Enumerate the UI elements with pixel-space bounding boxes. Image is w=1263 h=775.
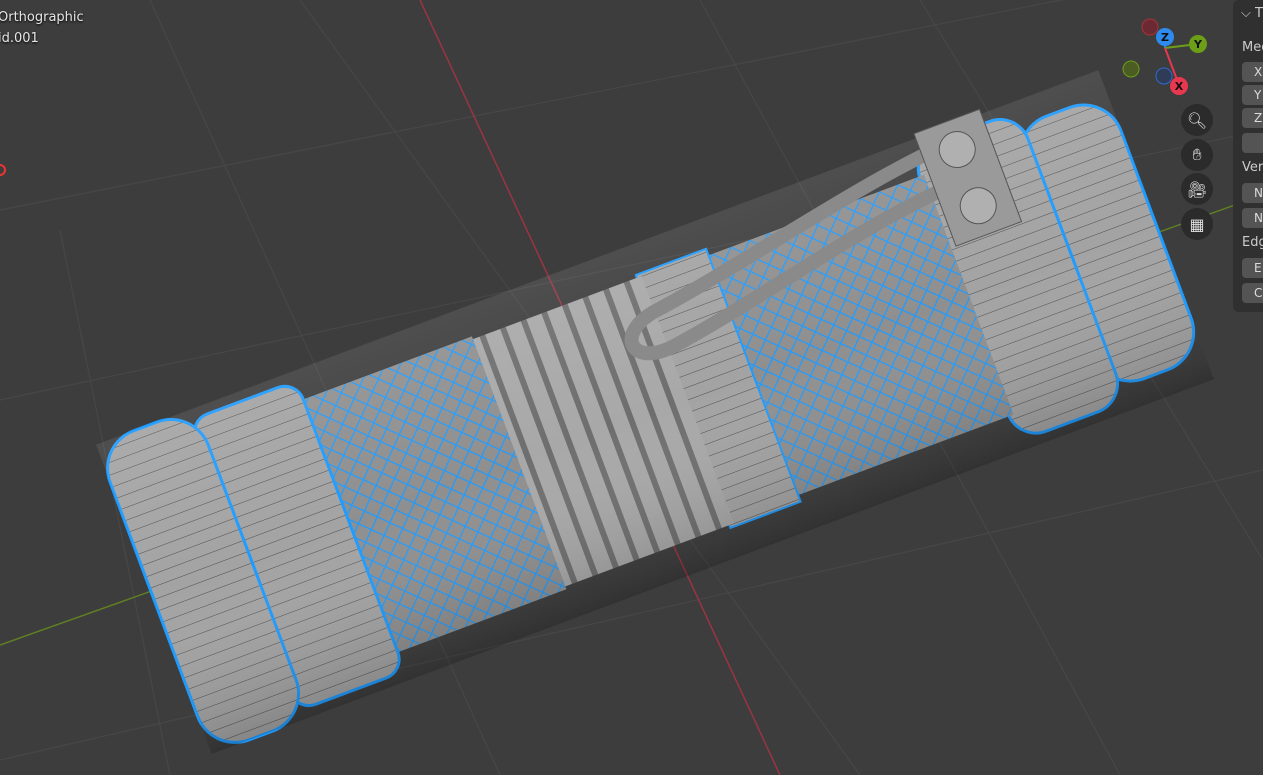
global-local-toggle[interactable] (1242, 133, 1263, 153)
sidebar-n-panel: ⌵ T Med X Y Z Ver N N Edg E C (1233, 0, 1263, 312)
vertex-field-2[interactable]: N (1242, 208, 1263, 228)
median-x-field[interactable]: X (1242, 62, 1263, 82)
gizmo-neg-y[interactable] (1122, 60, 1140, 78)
gizmo-neg-z[interactable] (1155, 67, 1173, 85)
panel-title: T (1255, 6, 1263, 21)
gizmo-y-label: Y (1193, 38, 1203, 51)
gizmo-z-label: Z (1161, 31, 1169, 44)
transform-panel-header[interactable]: ⌵ T (1241, 6, 1263, 21)
3d-viewport[interactable] (0, 0, 1263, 775)
camera-icon: 🎥︎ (1186, 179, 1208, 199)
3d-cursor[interactable] (0, 164, 6, 176)
edge-field-1[interactable]: E (1242, 258, 1263, 278)
median-y-field[interactable]: Y (1242, 85, 1263, 105)
grid-ortho-icon: ▦ (1189, 214, 1205, 234)
edge-field-2[interactable]: C (1242, 283, 1263, 303)
zoom-button[interactable]: 🔍︎ (1181, 104, 1213, 136)
vertex-label: Ver (1242, 160, 1263, 175)
zoom-icon: 🔍︎ (1186, 110, 1208, 130)
vertex-field-1[interactable]: N (1242, 183, 1263, 203)
view-mode-label: Orthographic (0, 10, 84, 25)
pan-hand-icon: ✋︎ (1192, 145, 1202, 164)
median-label: Med (1242, 40, 1263, 55)
chevron-down-icon: ⌵ (1241, 6, 1251, 21)
edge-label: Edg (1242, 235, 1263, 250)
navigation-gizmo[interactable]: Z Y X (1110, 10, 1220, 100)
object-name-label: id.001 (0, 31, 39, 46)
ortho-toggle-button[interactable]: ▦ (1181, 208, 1213, 240)
gizmo-x-label: X (1175, 80, 1184, 93)
flashlight-mesh[interactable] (94, 65, 1214, 754)
camera-view-button[interactable]: 🎥︎ (1181, 173, 1213, 205)
pan-button[interactable]: ✋︎ (1181, 139, 1213, 171)
median-z-field[interactable]: Z (1242, 108, 1263, 128)
gizmo-neg-x[interactable] (1141, 18, 1159, 36)
